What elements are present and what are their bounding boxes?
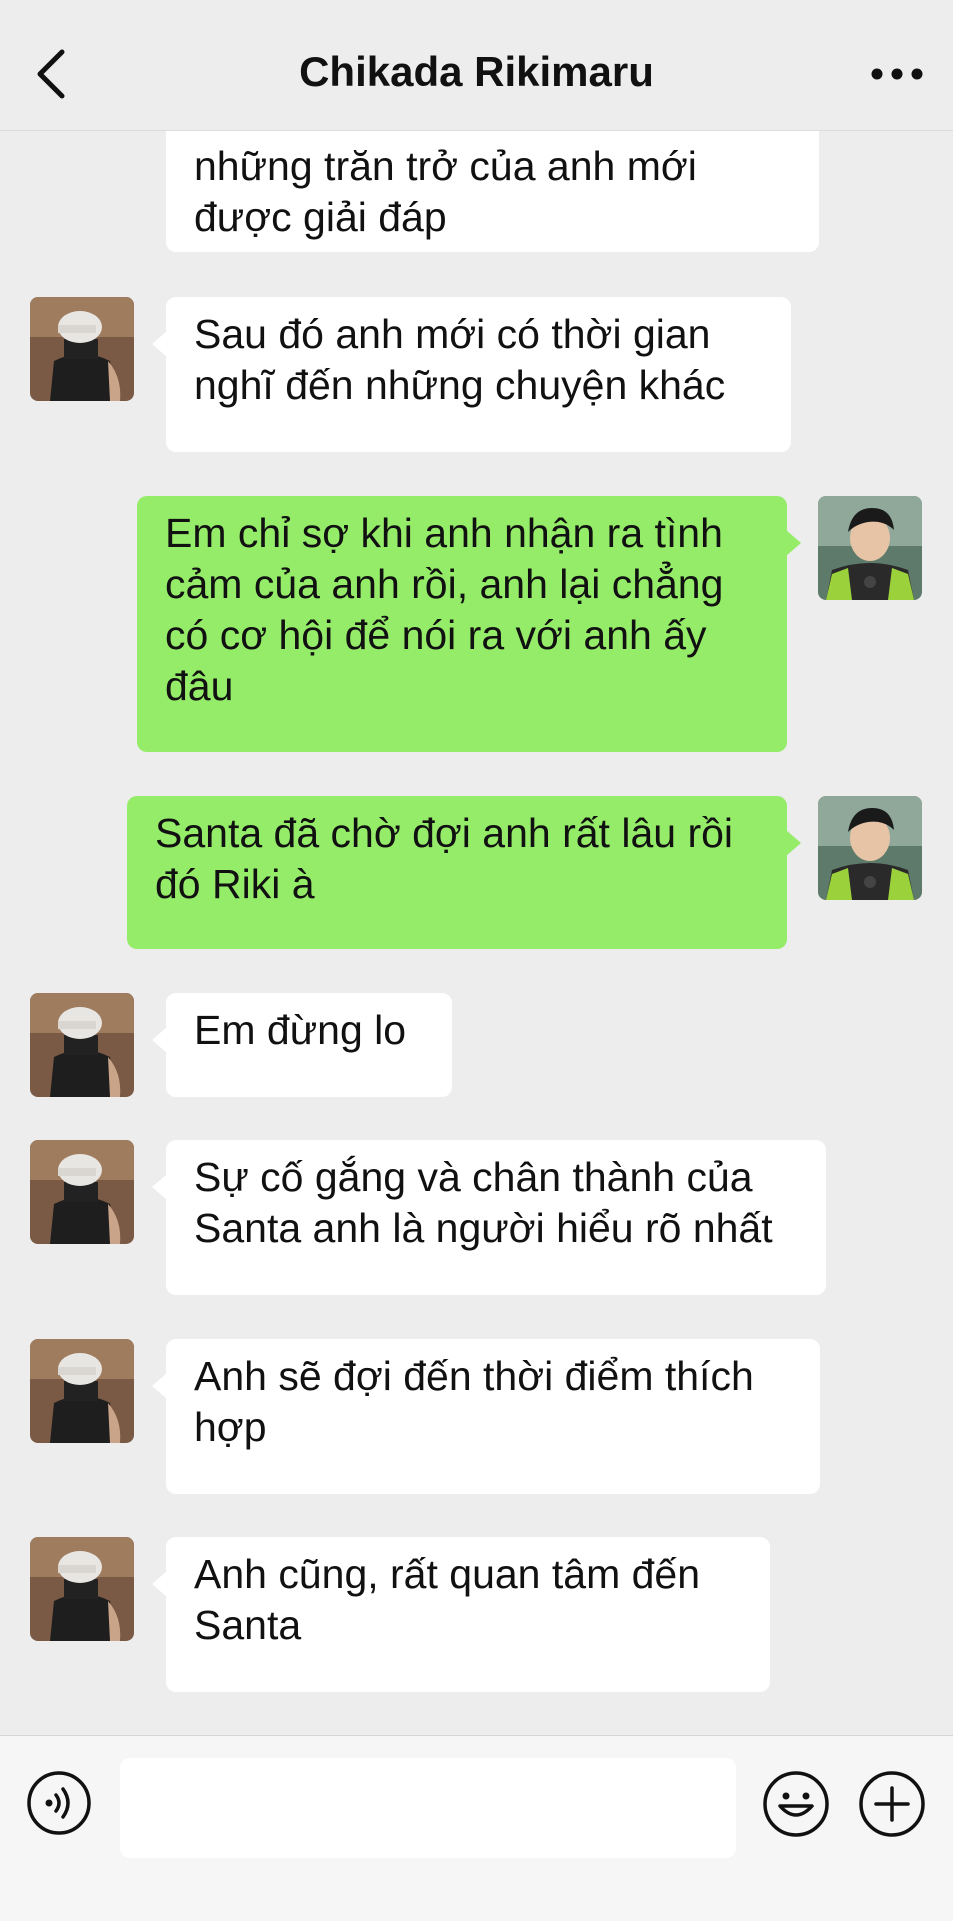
contact-avatar[interactable] [30, 1140, 134, 1244]
outgoing-message-bubble[interactable]: Em chỉ sợ khi anh nhận ra tình cảm của a… [137, 496, 801, 752]
chat-header: Chikada Rikimaru [0, 0, 953, 131]
message-text: Anh sẽ đợi đến thời điểm thích hợp [194, 1353, 754, 1450]
message-text: Sự cố gắng và chân thành của Santa anh l… [194, 1154, 773, 1251]
contact-avatar[interactable] [30, 1339, 134, 1443]
more-dots-icon[interactable] [867, 56, 927, 92]
message-text: Anh cũng, rất quan tâm đến Santa [194, 1551, 701, 1648]
incoming-message-bubble[interactable]: Em đừng lo [152, 993, 452, 1097]
contact-avatar[interactable] [30, 297, 134, 401]
contact-avatar[interactable] [30, 993, 134, 1097]
incoming-message-bubble[interactable]: Anh cũng, rất quan tâm đến Santa [152, 1537, 770, 1692]
message-text: Santa đã chờ đợi anh rất lâu rồi đó Riki… [155, 810, 734, 907]
message-text: những trăn trở của anh mới được giải đáp [194, 143, 697, 240]
contact-avatar[interactable] [30, 1537, 134, 1641]
incoming-message-bubble[interactable]: Sau đó anh mới có thời gian nghĩ đến nhữ… [152, 297, 791, 452]
message-input[interactable] [120, 1758, 736, 1858]
outgoing-message-bubble[interactable]: Santa đã chờ đợi anh rất lâu rồi đó Riki… [127, 796, 801, 949]
my-avatar[interactable] [818, 796, 922, 900]
chat-title: Chikada Rikimaru [299, 48, 654, 95]
my-avatar[interactable] [818, 496, 922, 600]
incoming-message-bubble[interactable]: Sự cố gắng và chân thành của Santa anh l… [152, 1140, 826, 1295]
emoji-icon[interactable] [762, 1770, 830, 1838]
plus-icon[interactable] [858, 1770, 926, 1838]
message-text: Em đừng lo [194, 1007, 407, 1053]
incoming-message-bubble[interactable]: Anh sẽ đợi đến thời điểm thích hợp [152, 1339, 820, 1494]
input-bar [0, 1735, 953, 1921]
incoming-message-bubble[interactable]: những trăn trở của anh mới được giải đáp [166, 131, 819, 252]
message-list[interactable]: những trăn trở của anh mới được giải đáp… [0, 131, 953, 1735]
voice-icon[interactable] [26, 1770, 92, 1836]
message-text: Em chỉ sợ khi anh nhận ra tình cảm của a… [165, 510, 724, 709]
message-text: Sau đó anh mới có thời gian nghĩ đến nhữ… [194, 311, 726, 408]
